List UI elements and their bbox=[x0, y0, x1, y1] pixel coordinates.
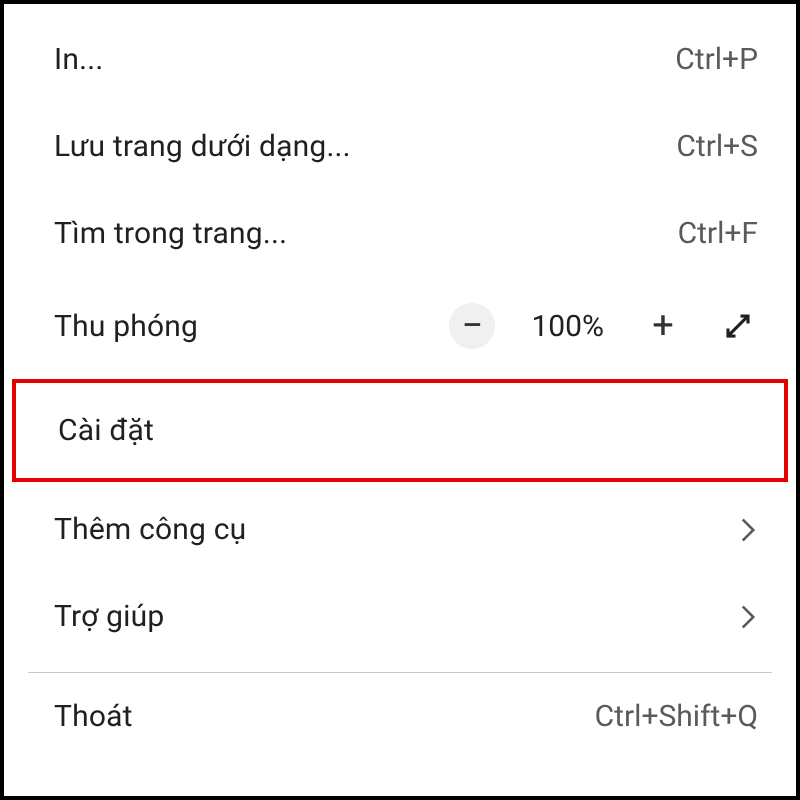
chevron-right-icon bbox=[738, 516, 758, 544]
menu-label-find-in-page: Tìm trong trang... bbox=[54, 216, 287, 251]
zoom-value: 100% bbox=[531, 309, 604, 344]
zoom-in-button[interactable]: + bbox=[640, 303, 686, 349]
zoom-controls: − 100% + bbox=[449, 303, 758, 349]
menu-item-exit[interactable]: Thoát Ctrl+Shift+Q bbox=[4, 673, 796, 760]
menu-label-zoom: Thu phóng bbox=[54, 309, 198, 344]
menu-label-more-tools: Thêm công cụ bbox=[54, 512, 246, 547]
menu-item-help[interactable]: Trợ giúp bbox=[4, 573, 796, 660]
browser-menu: In... Ctrl+P Lưu trang dưới dạng... Ctrl… bbox=[4, 4, 796, 760]
menu-item-find-in-page[interactable]: Tìm trong trang... Ctrl+F bbox=[4, 190, 796, 277]
menu-label-exit: Thoát bbox=[54, 699, 133, 734]
menu-label-save-page: Lưu trang dưới dạng... bbox=[54, 129, 351, 164]
menu-label-help: Trợ giúp bbox=[54, 599, 164, 634]
zoom-out-button[interactable]: − bbox=[449, 303, 495, 349]
shortcut-find-in-page: Ctrl+F bbox=[678, 216, 758, 251]
chevron-right-icon bbox=[738, 603, 758, 631]
menu-label-settings: Cài đặt bbox=[58, 413, 154, 448]
plus-icon: + bbox=[652, 304, 674, 348]
fullscreen-icon bbox=[723, 311, 753, 341]
menu-label-print: In... bbox=[54, 42, 103, 77]
shortcut-exit: Ctrl+Shift+Q bbox=[595, 699, 758, 734]
menu-item-settings[interactable]: Cài đặt bbox=[12, 379, 788, 482]
menu-item-print[interactable]: In... Ctrl+P bbox=[4, 4, 796, 103]
fullscreen-button[interactable] bbox=[718, 306, 758, 346]
shortcut-print: Ctrl+P bbox=[675, 42, 758, 77]
menu-item-more-tools[interactable]: Thêm công cụ bbox=[4, 486, 796, 573]
menu-item-save-page[interactable]: Lưu trang dưới dạng... Ctrl+S bbox=[4, 103, 796, 190]
minus-icon: − bbox=[462, 304, 484, 348]
menu-item-zoom: Thu phóng − 100% + bbox=[4, 277, 796, 375]
shortcut-save-page: Ctrl+S bbox=[676, 129, 758, 164]
